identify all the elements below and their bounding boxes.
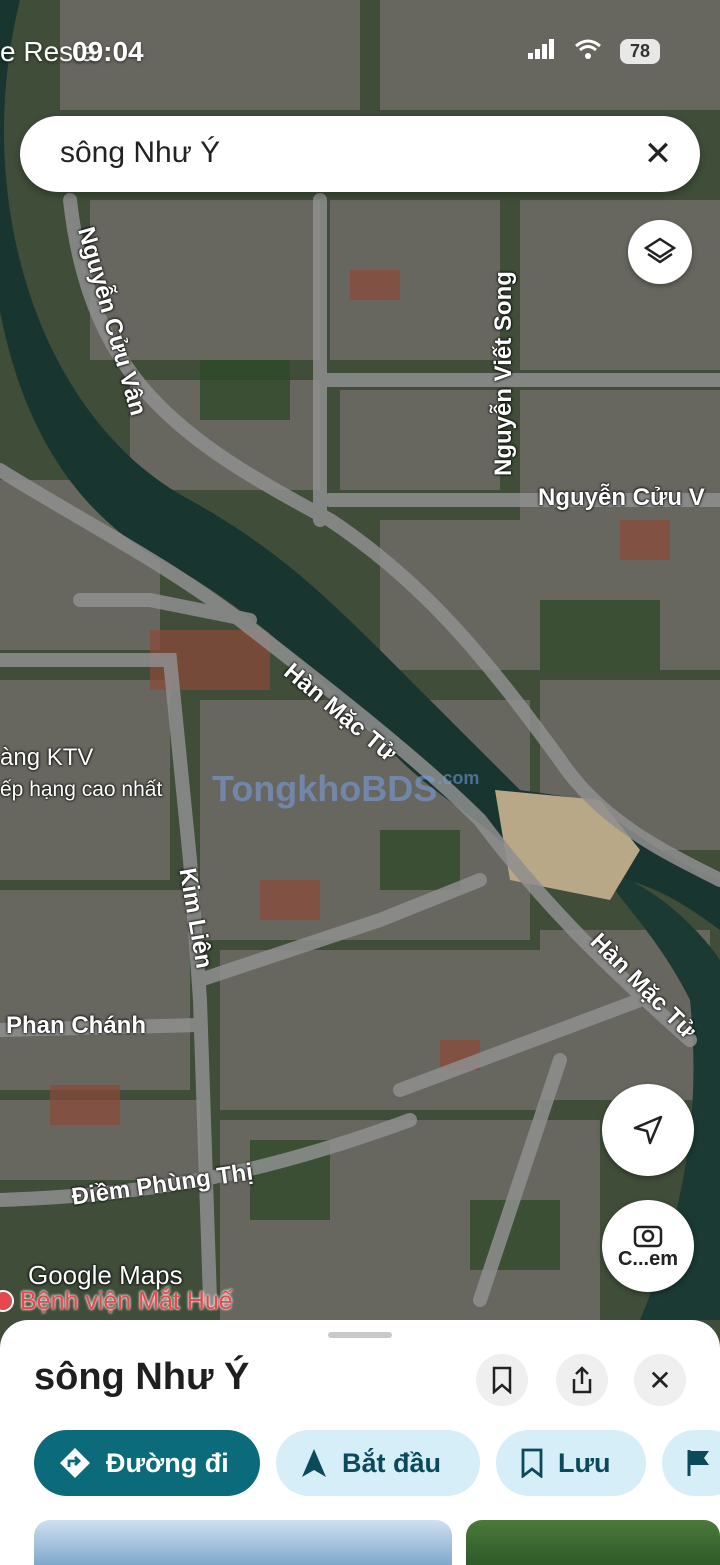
status-bar: e Resta 09:04 78 <box>0 30 720 78</box>
street-label: Phan Chánh <box>6 1012 147 1039</box>
directions-label: Đường đi <box>106 1447 229 1478</box>
close-sheet-button[interactable]: ✕ <box>634 1354 686 1406</box>
camera-label: C...em <box>617 1247 679 1270</box>
save-button[interactable] <box>476 1354 528 1406</box>
navigation-arrow-icon <box>633 1115 663 1145</box>
search-query[interactable]: sông Như Ý <box>60 136 220 170</box>
layers-icon <box>643 237 677 264</box>
search-bar[interactable]: sông Như Ý ✕ <box>20 116 700 192</box>
navigation-arrow-icon <box>302 1449 326 1477</box>
clear-search-icon[interactable]: ✕ <box>638 134 678 174</box>
camera-icon <box>633 1225 663 1247</box>
place-bottom-sheet[interactable]: sông Như Ý ✕ Đường đi Bắt đầu Lưu <box>0 1320 720 1565</box>
status-icons: 78 <box>527 38 660 65</box>
poi-ktv-name[interactable]: àng KTV <box>0 744 93 772</box>
layers-button[interactable] <box>628 220 692 284</box>
clock: 09:04 <box>72 36 144 67</box>
camera-search-button[interactable]: C...em <box>602 1200 694 1292</box>
directions-icon <box>60 1448 90 1478</box>
poi-hospital[interactable]: Bệnh viện Mắt Huế <box>20 1287 233 1316</box>
bookmark-icon <box>492 1366 512 1394</box>
drag-handle[interactable] <box>328 1332 392 1338</box>
signal-icon <box>527 39 556 64</box>
wifi-icon <box>574 38 602 65</box>
photo-thumbnail[interactable] <box>34 1520 452 1565</box>
bookmark-icon <box>521 1448 543 1478</box>
save-chip[interactable]: Lưu <box>496 1430 646 1496</box>
directions-button[interactable]: Đường đi <box>34 1430 260 1496</box>
save-label: Lưu <box>558 1447 611 1478</box>
battery-indicator: 78 <box>619 39 660 64</box>
street-label: Nguyễn Viết Song <box>490 271 517 476</box>
street-label: Nguyễn Cửu V <box>538 484 705 511</box>
share-button[interactable] <box>556 1354 608 1406</box>
start-button[interactable]: Bắt đầu <box>276 1430 480 1496</box>
watermark: TongkhoBDS.com <box>212 768 480 809</box>
close-icon: ✕ <box>648 1364 672 1396</box>
label-chip[interactable] <box>662 1430 720 1496</box>
poi-ktv-subtitle: ếp hạng cao nhất <box>0 778 163 801</box>
flag-icon <box>687 1450 709 1476</box>
share-icon <box>572 1366 592 1394</box>
my-location-button[interactable] <box>602 1084 694 1176</box>
place-title: sông Như Ý <box>34 1356 250 1398</box>
start-label: Bắt đầu <box>342 1447 442 1478</box>
photo-thumbnail[interactable] <box>466 1520 720 1565</box>
